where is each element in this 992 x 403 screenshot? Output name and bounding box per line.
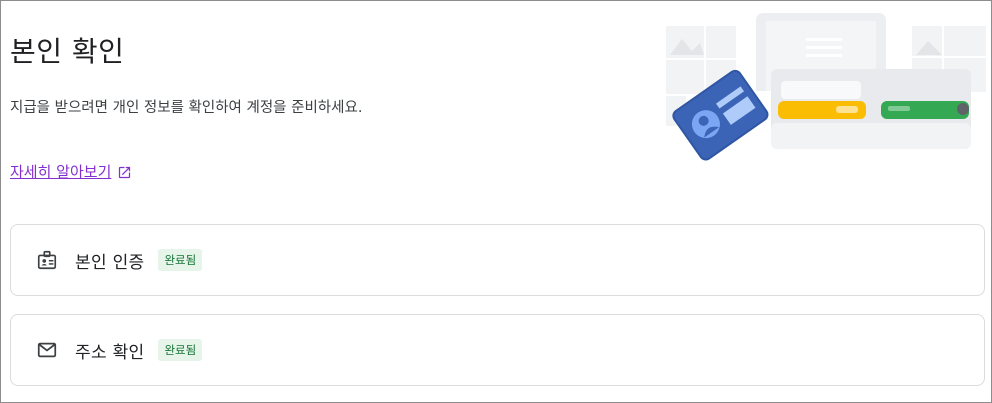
- identity-verification-label: 본인 인증: [75, 252, 145, 273]
- address-verification-label: 주소 확인: [75, 342, 145, 363]
- mail-icon: [35, 338, 59, 362]
- identity-verification-card[interactable]: 본인 인증 완료됨: [10, 224, 985, 296]
- learn-more-label: 자세히 알아보기: [10, 163, 112, 181]
- page-description: 지급을 받으려면 개인 정보를 확인하여 계정을 준비하세요.: [10, 100, 363, 116]
- id-badge-icon: [35, 248, 59, 272]
- status-badge: 완료됨: [158, 249, 203, 271]
- page-title: 본인 확인: [10, 35, 125, 68]
- status-badge: 완료됨: [158, 339, 203, 361]
- address-verification-card[interactable]: 주소 확인 완료됨: [10, 314, 985, 386]
- external-link-icon: [119, 166, 131, 178]
- identity-illustration: [666, 13, 986, 161]
- verification-panel: 본인 확인 지급을 받으려면 개인 정보를 확인하여 계정을 준비하세요. 자세…: [0, 0, 992, 403]
- learn-more-link[interactable]: 자세히 알아보기: [10, 160, 132, 184]
